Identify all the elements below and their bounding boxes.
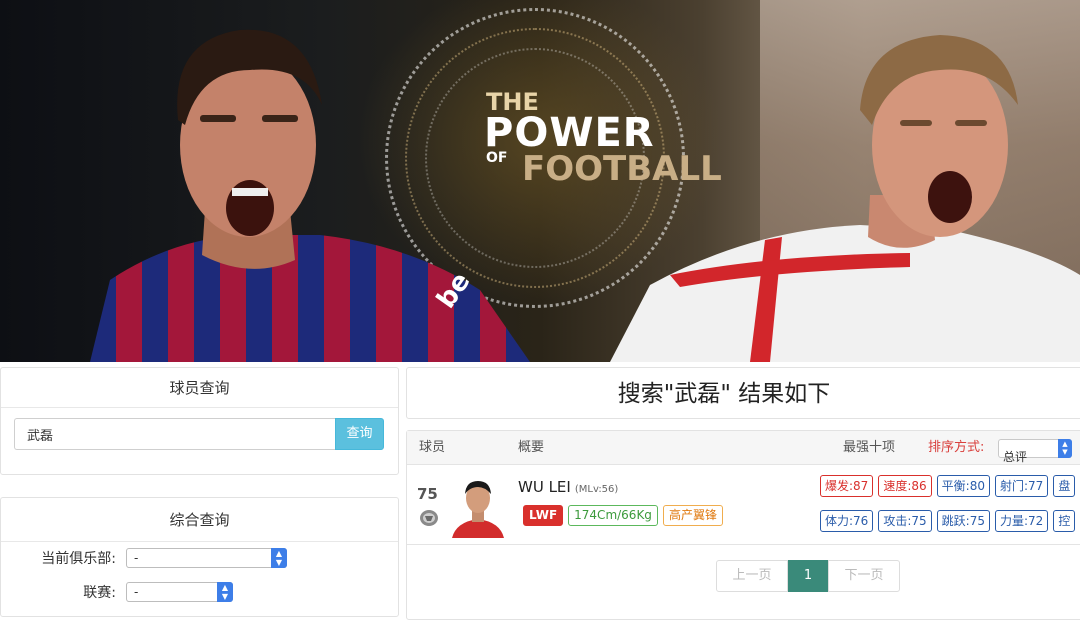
stat-badge: 体力:76	[820, 510, 874, 532]
player-tags: LWF 174Cm/66Kg 高产翼锋	[523, 505, 723, 526]
table-row[interactable]: 75 WU LEI (MLv:56) LWF 174Cm/66Kg 高产翼锋 爆发…	[407, 465, 1080, 545]
search-row: 查询	[14, 418, 384, 450]
player-photo[interactable]	[450, 472, 506, 538]
logo-line-3a: OF	[486, 150, 507, 166]
power-of-football-logo: THE POWER OF FOOTBALL	[484, 84, 784, 194]
body-tag: 174Cm/66Kg	[568, 505, 658, 526]
top-stats-row-2: 体力:76 攻击:75 跳跃:75 力量:72 控	[820, 510, 1080, 532]
player-search-input[interactable]	[14, 418, 335, 450]
page-1-button[interactable]: 1	[788, 560, 828, 592]
stat-badge: 跳跃:75	[936, 510, 990, 532]
advanced-search-title: 综合查询	[1, 498, 398, 542]
sort-select[interactable]: 总评 ▲ ▼	[998, 439, 1072, 464]
top-stats-row-1: 爆发:87 速度:86 平衡:80 射门:77 盘	[820, 475, 1080, 497]
stat-badge: 射门:77	[994, 475, 1049, 497]
column-summary: 概要	[518, 440, 545, 455]
table-header: 球员 概要 最强十项 排序方式: 总评 ▲ ▼	[407, 431, 1080, 465]
player-search-title: 球员查询	[1, 368, 398, 408]
column-player: 球员	[419, 440, 446, 455]
stat-badge: 盘	[1053, 475, 1076, 497]
logo-line-3b: FOOTBALL	[522, 149, 722, 189]
medal-icon	[420, 510, 438, 526]
stat-badge: 力量:72	[994, 510, 1049, 532]
select-arrows-icon: ▲ ▼	[271, 548, 287, 568]
league-filter-row: 联赛: - ▲ ▼	[1, 581, 233, 603]
query-button[interactable]: 查询	[335, 418, 384, 450]
hero-banner: be THE POWER OF FOOTBALL	[0, 0, 1080, 362]
league-label: 联赛:	[83, 585, 116, 601]
player-name-line[interactable]: WU LEI (MLv:56)	[518, 478, 618, 496]
select-arrows-icon: ▲ ▼	[1058, 439, 1072, 458]
result-title: 搜索"武磊" 结果如下	[617, 381, 831, 407]
stat-badge: 爆发:87	[820, 475, 874, 497]
player-rating: 75	[417, 485, 438, 503]
prev-page-button[interactable]: 上一页	[716, 560, 788, 592]
stat-badge: 速度:86	[878, 475, 932, 497]
club-select-value: -	[134, 551, 139, 565]
league-select[interactable]: - ▲ ▼	[126, 582, 233, 602]
select-arrows-icon: ▲ ▼	[217, 582, 233, 602]
stat-badge: 控	[1053, 510, 1076, 532]
position-tag: LWF	[523, 505, 564, 526]
player-illustration-left: be	[90, 10, 530, 362]
club-label: 当前俱乐部:	[41, 551, 116, 567]
result-table: 球员 概要 最强十项 排序方式: 总评 ▲ ▼ 75 WU LEI (MLv:56)…	[406, 430, 1080, 620]
column-top10: 最强十项	[843, 440, 896, 455]
advanced-search-panel: 综合查询 当前俱乐部: - ▲ ▼ 联赛: - ▲ ▼	[0, 497, 399, 617]
playstyle-tag: 高产翼锋	[662, 505, 723, 526]
next-page-button[interactable]: 下一页	[828, 560, 900, 592]
stat-badge: 攻击:75	[878, 510, 932, 532]
club-filter-row: 当前俱乐部: - ▲ ▼	[1, 547, 287, 569]
pagination: 上一页 1 下一页	[716, 560, 900, 592]
player-search-panel: 球员查询 查询	[0, 367, 399, 475]
sort-label: 排序方式:	[928, 440, 985, 455]
player-level: (MLv:56)	[574, 484, 619, 495]
result-title-panel: 搜索"武磊" 结果如下	[406, 367, 1080, 419]
club-select[interactable]: - ▲ ▼	[126, 548, 287, 568]
league-select-value: -	[134, 585, 139, 599]
stat-badge: 平衡:80	[936, 475, 990, 497]
player-name: WU LEI	[518, 478, 571, 496]
